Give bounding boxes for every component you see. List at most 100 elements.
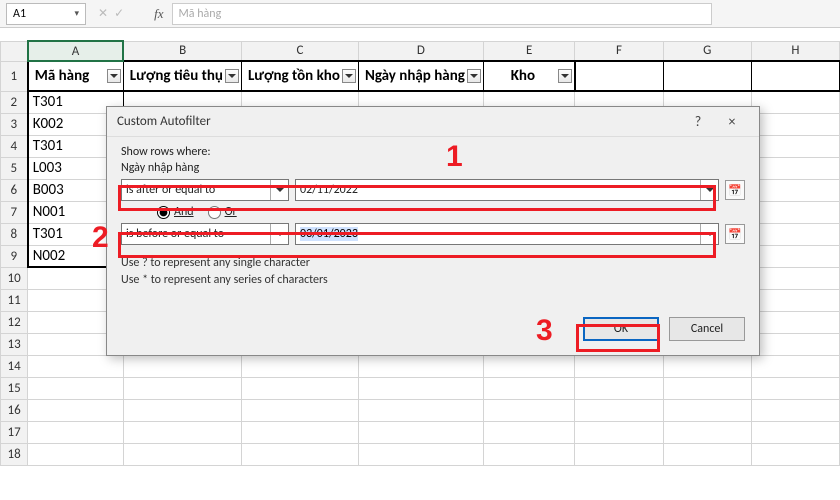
col-header-c[interactable]: C [241, 41, 358, 61]
select-all-corner[interactable] [1, 41, 28, 61]
row-header[interactable]: 18 [1, 443, 28, 465]
filter-button[interactable] [225, 69, 239, 83]
cell[interactable] [751, 267, 839, 289]
cell[interactable] [751, 157, 839, 179]
chevron-down-icon[interactable]: ▾ [74, 8, 79, 19]
col-header-g[interactable]: G [663, 41, 751, 61]
cell[interactable] [241, 399, 358, 421]
chevron-down-icon[interactable] [700, 224, 718, 244]
header-cell-d[interactable]: Ngày nhập hàng [358, 61, 483, 91]
cell[interactable] [751, 421, 839, 443]
cell[interactable] [751, 135, 839, 157]
cell[interactable] [483, 355, 575, 377]
row-header[interactable]: 8 [1, 223, 28, 245]
row-header[interactable]: 15 [1, 377, 28, 399]
col-header-e[interactable]: E [483, 41, 575, 61]
cell[interactable] [575, 61, 663, 91]
cell[interactable] [123, 399, 241, 421]
row-header[interactable]: 10 [1, 267, 28, 289]
cell[interactable] [358, 377, 483, 399]
cell[interactable] [483, 443, 575, 465]
name-box[interactable]: A1 ▾ [6, 3, 86, 25]
and-radio[interactable]: And [157, 205, 194, 219]
cell[interactable] [575, 443, 663, 465]
cell[interactable] [663, 377, 751, 399]
row-header[interactable]: 1 [1, 61, 28, 91]
header-cell-e[interactable]: Kho [483, 61, 575, 91]
cell[interactable] [575, 355, 663, 377]
cell[interactable] [663, 421, 751, 443]
and-radio-input[interactable] [157, 206, 170, 219]
row-header[interactable]: 3 [1, 113, 28, 135]
col-header-d[interactable]: D [358, 41, 483, 61]
condition1-dropdown[interactable]: is after or equal to [121, 179, 289, 201]
cell[interactable] [751, 443, 839, 465]
cell[interactable] [483, 421, 575, 443]
row-header[interactable]: 17 [1, 421, 28, 443]
row-header[interactable]: 2 [1, 91, 28, 113]
cell[interactable] [28, 443, 124, 465]
value2-dropdown[interactable]: 03/01/2023 [295, 223, 719, 245]
row-header[interactable]: 6 [1, 179, 28, 201]
cell[interactable] [123, 443, 241, 465]
col-header-b[interactable]: B [123, 41, 241, 61]
row-header[interactable]: 12 [1, 311, 28, 333]
cell[interactable] [28, 377, 124, 399]
cell[interactable] [241, 377, 358, 399]
cell[interactable] [751, 179, 839, 201]
or-radio[interactable]: Or [208, 205, 237, 219]
cell[interactable] [751, 377, 839, 399]
cell[interactable] [241, 443, 358, 465]
header-cell-a[interactable]: Mã hàng [28, 61, 124, 91]
cell[interactable] [751, 91, 839, 113]
chevron-down-icon[interactable] [270, 180, 288, 200]
cell[interactable] [751, 201, 839, 223]
cell[interactable] [575, 377, 663, 399]
cell[interactable] [663, 61, 751, 91]
cell[interactable] [751, 113, 839, 135]
row-header[interactable]: 7 [1, 201, 28, 223]
formula-input[interactable]: Mã hàng [172, 3, 712, 25]
ok-button[interactable]: OK [583, 317, 659, 341]
cell[interactable] [663, 443, 751, 465]
cell[interactable] [483, 377, 575, 399]
row-header[interactable]: 16 [1, 399, 28, 421]
date-picker-icon[interactable]: 📅 [725, 224, 745, 244]
cell[interactable] [358, 355, 483, 377]
cell[interactable] [123, 421, 241, 443]
col-header-f[interactable]: F [575, 41, 663, 61]
filter-button[interactable] [467, 69, 481, 83]
cell[interactable] [751, 311, 839, 333]
cancel-button[interactable]: Cancel [669, 317, 745, 341]
cell[interactable] [123, 355, 241, 377]
header-cell-c[interactable]: Lượng tồn kho [241, 61, 358, 91]
cell[interactable] [28, 355, 124, 377]
filter-button[interactable] [558, 69, 572, 83]
cell[interactable] [663, 399, 751, 421]
cell[interactable] [358, 443, 483, 465]
close-button[interactable]: × [715, 110, 749, 134]
cell[interactable] [663, 355, 751, 377]
cell[interactable] [358, 399, 483, 421]
dialog-titlebar[interactable]: Custom Autofilter ? × [107, 107, 759, 137]
chevron-down-icon[interactable] [700, 180, 718, 200]
col-header-h[interactable]: H [751, 41, 839, 61]
row-header[interactable]: 14 [1, 355, 28, 377]
row-header[interactable]: 5 [1, 157, 28, 179]
col-header-a[interactable]: A [28, 41, 124, 61]
cell[interactable] [751, 245, 839, 267]
condition2-dropdown[interactable]: is before or equal to [121, 223, 289, 245]
cell[interactable] [28, 399, 124, 421]
cell[interactable] [751, 289, 839, 311]
cell[interactable] [751, 223, 839, 245]
date-picker-icon[interactable]: 📅 [725, 180, 745, 200]
cell[interactable] [751, 333, 839, 355]
cell[interactable] [751, 61, 839, 91]
cell[interactable] [483, 399, 575, 421]
cell[interactable] [575, 421, 663, 443]
row-header[interactable]: 13 [1, 333, 28, 355]
chevron-down-icon[interactable] [270, 224, 288, 244]
cell[interactable] [751, 355, 839, 377]
fx-icon[interactable]: fx [154, 6, 163, 22]
row-header[interactable]: 4 [1, 135, 28, 157]
